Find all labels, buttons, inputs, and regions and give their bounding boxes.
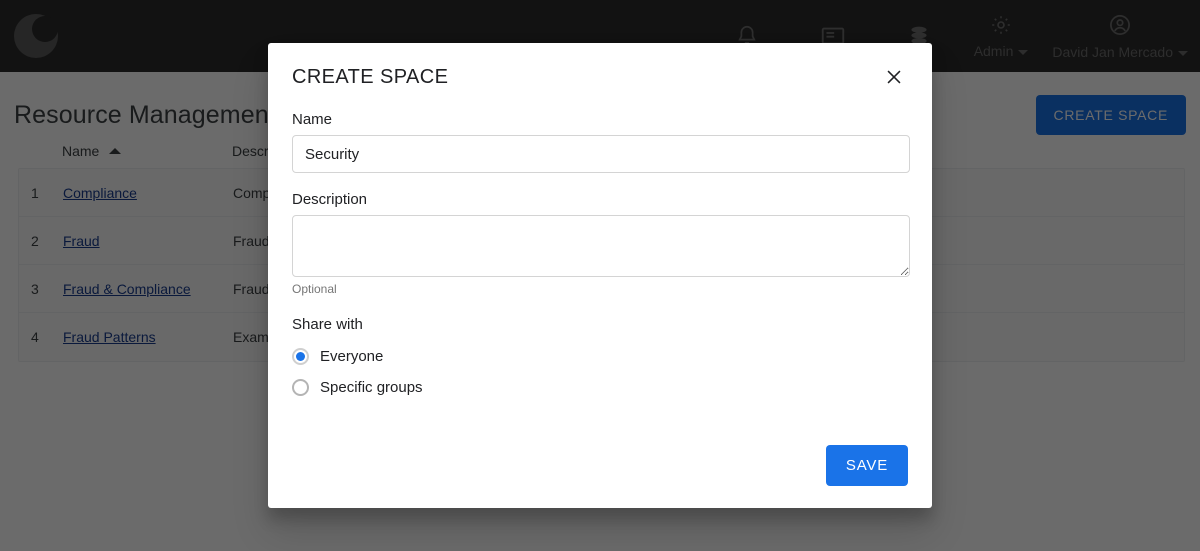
description-field-label: Description bbox=[292, 191, 368, 208]
dialog-footer: SAVE bbox=[825, 445, 908, 486]
app-root: Admin David Jan Mercado Resource Managem… bbox=[0, 0, 1200, 551]
description-textarea[interactable] bbox=[292, 215, 910, 277]
radio-option-specific-groups[interactable]: Specific groups bbox=[292, 372, 908, 403]
radio-specific-groups-label: Specific groups bbox=[320, 379, 423, 396]
save-button[interactable]: SAVE bbox=[825, 445, 908, 486]
name-field-label: Name bbox=[292, 111, 333, 128]
dialog-header: CREATE SPACE bbox=[268, 43, 932, 111]
dialog-title: CREATE SPACE bbox=[292, 65, 449, 88]
share-with-label: Share with bbox=[292, 316, 363, 333]
dialog-body: Name Description Optional Share with Eve… bbox=[268, 111, 932, 403]
description-helper-text: Optional bbox=[292, 282, 337, 296]
field-gap bbox=[292, 173, 908, 191]
radio-everyone-label: Everyone bbox=[320, 348, 384, 365]
close-icon[interactable] bbox=[878, 61, 910, 93]
radio-everyone-indicator[interactable] bbox=[292, 348, 309, 365]
radio-option-everyone[interactable]: Everyone bbox=[292, 341, 908, 372]
name-input[interactable] bbox=[292, 135, 910, 173]
radio-specific-groups-indicator[interactable] bbox=[292, 379, 309, 396]
create-space-dialog: CREATE SPACE Name Description Optional S… bbox=[268, 43, 932, 508]
